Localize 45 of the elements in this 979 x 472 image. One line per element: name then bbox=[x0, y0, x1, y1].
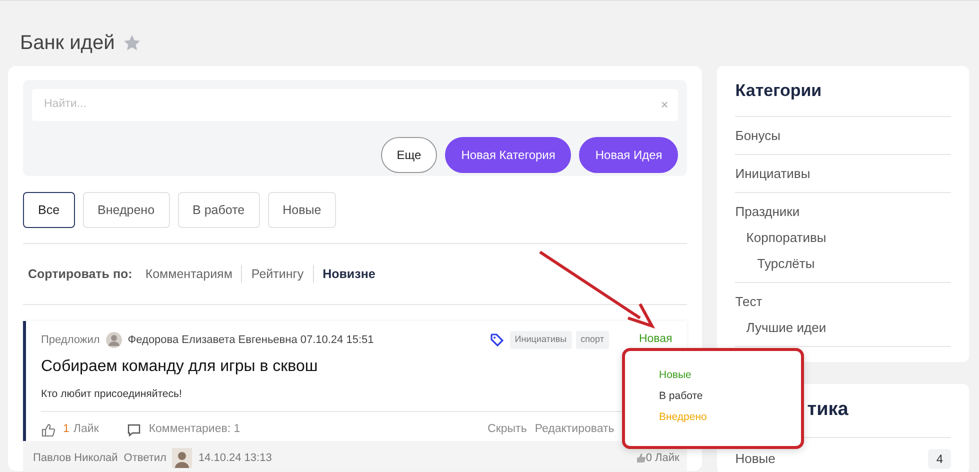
like-icon bbox=[636, 453, 646, 463]
author-name[interactable]: Федорова Елизавета Евгеньевна bbox=[128, 332, 298, 348]
tag[interactable]: спорт bbox=[576, 331, 609, 349]
comments-link[interactable]: Комментариев: 1 bbox=[148, 420, 240, 438]
idea-text: Кто любит присоединяйтесь! bbox=[41, 387, 182, 402]
category-item[interactable]: Бонусы bbox=[735, 122, 951, 148]
status-option[interactable]: Новые bbox=[659, 365, 801, 386]
filter-tab[interactable]: В работе bbox=[178, 192, 260, 228]
like-icon bbox=[41, 422, 55, 436]
avatar-icon bbox=[106, 332, 122, 348]
reply-author[interactable]: Павлов Николай bbox=[33, 450, 118, 466]
count-badge: 4 bbox=[928, 448, 951, 468]
answered-label: Ответил bbox=[124, 450, 166, 466]
filter-tab[interactable]: Новые bbox=[268, 192, 336, 228]
category-item[interactable]: Лучшие идеи bbox=[735, 314, 951, 340]
comment-icon bbox=[126, 422, 141, 436]
action-button[interactable]: Еще bbox=[380, 137, 438, 173]
idea-action-link[interactable]: Редактировать bbox=[534, 420, 614, 438]
category-item[interactable]: Тест bbox=[735, 288, 951, 314]
action-button[interactable]: Новая Категория bbox=[445, 137, 572, 173]
page-title: Банк идей bbox=[20, 30, 115, 54]
categories-title: Категории bbox=[735, 78, 951, 116]
sort-option[interactable]: Комментариям bbox=[136, 264, 242, 284]
avatar-icon bbox=[172, 448, 192, 468]
like-count[interactable]: 1 bbox=[63, 420, 70, 438]
sort-label: Сортировать по: bbox=[28, 266, 132, 283]
idea-action-link[interactable]: Скрыть bbox=[488, 420, 527, 438]
sort-option[interactable]: Рейтингу bbox=[241, 264, 313, 284]
star-icon[interactable] bbox=[122, 34, 141, 52]
tag[interactable]: Инициативы bbox=[510, 331, 572, 349]
category-item[interactable]: Инициативы bbox=[735, 160, 951, 186]
action-button[interactable]: Новая Идея bbox=[579, 137, 678, 173]
post-date: 07.10.24 15:51 bbox=[300, 332, 374, 348]
category-item[interactable]: Корпоративы bbox=[735, 224, 951, 250]
proposed-label: Предложил bbox=[41, 332, 100, 348]
category-item[interactable]: Праздники bbox=[735, 198, 951, 224]
reply-date: 14.10.24 13:13 bbox=[198, 450, 272, 466]
like-label[interactable]: Лайк bbox=[73, 420, 99, 438]
reply-like[interactable]: 0 Лайк bbox=[636, 450, 680, 466]
filter-tab[interactable]: Все bbox=[23, 192, 75, 228]
sort-option[interactable]: Новизне bbox=[312, 264, 384, 284]
category-item[interactable]: Турслёты bbox=[735, 250, 951, 276]
tag-icon bbox=[490, 333, 504, 348]
statistics-label: Новые bbox=[735, 450, 776, 468]
filter-tab[interactable]: Внедрено bbox=[82, 192, 170, 228]
